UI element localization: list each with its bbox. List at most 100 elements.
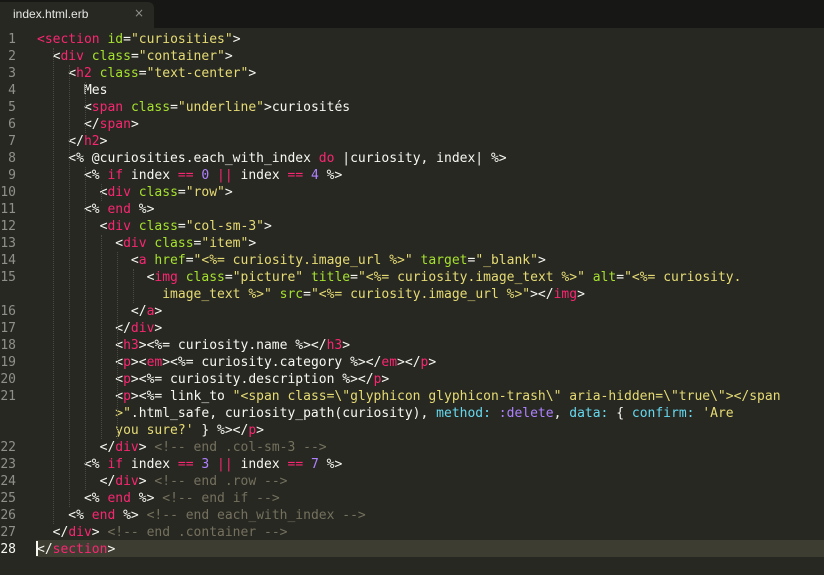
code-token: >curiosités xyxy=(264,100,351,115)
code-line[interactable]: image_text %>" src="<%= curiosity.image_… xyxy=(37,286,585,303)
code-token: title xyxy=(310,270,351,285)
code-line[interactable]: <h3><%= curiosity.name %></h3> xyxy=(37,337,350,354)
code-line[interactable]: </a> xyxy=(37,303,162,320)
code-token: ><%= link_to xyxy=(130,389,233,404)
code-token: <!-- end if --> xyxy=(162,491,280,506)
code-token: <% xyxy=(37,168,108,183)
code-line[interactable]: <% end %> <!-- end if --> xyxy=(37,490,280,507)
code-token: < xyxy=(37,49,61,64)
code-line[interactable]: </div> <!-- end .col-sm-3 --> xyxy=(37,439,327,456)
code-token: do xyxy=(318,151,335,166)
indent-guide xyxy=(85,167,86,490)
code-line[interactable]: <% if index == 3 || index == 7 %> xyxy=(37,456,342,473)
code-token: 'Are xyxy=(702,406,734,421)
code-token: > xyxy=(577,287,585,302)
tab-bar: index.html.erb × xyxy=(0,0,824,28)
code-line[interactable]: <p><%= link_to "<span class=\"glyphicon … xyxy=(37,388,781,405)
code-token: > xyxy=(138,440,155,455)
code-line[interactable]: <p><%= curiosity.description %></p> xyxy=(37,371,389,388)
code-token: div xyxy=(115,474,139,489)
code-token: if xyxy=(107,457,124,472)
line-number: 6 xyxy=(8,117,16,132)
code-token: "<%= curiosity.image_url %>" xyxy=(310,287,531,302)
line-number: 22 xyxy=(0,440,16,455)
code-line[interactable]: <div class="container"> xyxy=(37,48,233,65)
code-line[interactable]: </div> <!-- end .row --> xyxy=(37,473,288,490)
code-token: < xyxy=(37,355,124,370)
code-line[interactable]: <span class="underline">curiosités xyxy=(37,99,350,116)
line-number: 3 xyxy=(8,66,16,81)
code-line[interactable]: <div class="row"> xyxy=(37,184,233,201)
code-token: "<%= curiosity.image_text %>" xyxy=(357,270,585,285)
code-token: ><%= curiosity.name %></ xyxy=(138,338,327,353)
code-token: section xyxy=(44,32,100,47)
code-token: %> xyxy=(130,491,163,506)
code-line[interactable]: >".html_safe, curiosity_path(curiosity),… xyxy=(37,405,734,422)
code-token: == xyxy=(287,457,304,472)
code-token: "<%= curiosity.image_url %>" xyxy=(193,253,413,268)
code-line[interactable]: </h2> xyxy=(37,133,107,150)
code-token: %> xyxy=(130,202,155,217)
code-token: == xyxy=(177,168,194,183)
tab-close-icon[interactable]: × xyxy=(134,6,144,20)
code-token: id xyxy=(107,32,124,47)
code-token: = xyxy=(303,287,311,302)
code-token: p xyxy=(123,372,131,387)
line-number: 2 xyxy=(8,49,16,64)
line-number: 27 xyxy=(0,525,16,540)
code-line[interactable]: <p><em><%= curiosity.category %></em></p… xyxy=(37,354,436,371)
code-token: <!-- end .container --> xyxy=(107,525,288,540)
code-token: > xyxy=(138,474,155,489)
code-line[interactable]: <div class="col-sm-3"> xyxy=(37,218,272,235)
code-line[interactable]: <% if index == 0 || index == 4 %> xyxy=(37,167,342,184)
code-line[interactable]: <% @curiosities.each_with_index do |curi… xyxy=(37,150,507,167)
code-token: = xyxy=(130,49,139,64)
code-token: src xyxy=(279,287,304,302)
code-token: </ xyxy=(37,440,116,455)
line-number: 11 xyxy=(0,202,16,217)
code-token: div xyxy=(115,440,139,455)
code-token: "<span class=\"glyphicon glyphicon-trash… xyxy=(232,389,781,404)
code-line[interactable]: </div> xyxy=(37,320,162,337)
line-number: 5 xyxy=(8,100,16,115)
code-line[interactable]: <a href="<%= curiosity.image_url %>" tar… xyxy=(37,252,546,269)
code-line[interactable]: you sure?' } %></p> xyxy=(37,422,264,439)
code-line[interactable]: </div> <!-- end .container --> xyxy=(37,524,288,541)
code-token: = xyxy=(123,32,131,47)
line-number: 9 xyxy=(8,168,16,183)
code-token: |curiosity, index| %> xyxy=(334,151,507,166)
code-line[interactable]: <% end %> xyxy=(37,201,154,218)
code-token: img xyxy=(553,287,578,302)
code-token: Mes xyxy=(37,83,108,98)
code-line[interactable]: <% end %> <!-- end each_with_index --> xyxy=(37,507,365,524)
scrollbar[interactable] xyxy=(814,30,824,575)
code-line[interactable]: <img class="picture" title="<%= curiosit… xyxy=(37,269,742,286)
code-token: span xyxy=(99,117,131,132)
code-token: <% xyxy=(37,491,108,506)
code-line[interactable]: Mes xyxy=(37,82,108,99)
code-token: = xyxy=(350,270,358,285)
code-token: %> xyxy=(318,457,343,472)
code-token: <% xyxy=(37,202,108,217)
line-number: 1 xyxy=(8,32,16,47)
code-line[interactable]: </section> xyxy=(37,541,115,558)
code-token: > xyxy=(154,321,163,336)
code-token: if xyxy=(107,168,124,183)
code-editor[interactable]: 1 2 3 4 5 6 7 8 9 10 11 12 13 14 15 16 17 18 19 20 21 22 23 24 2… xyxy=(0,30,824,575)
line-number: 20 xyxy=(0,372,16,387)
code-token: 7 xyxy=(310,457,319,472)
code-token: ></ xyxy=(530,287,554,302)
code-token: span xyxy=(91,100,124,115)
tab-index-html-erb[interactable]: index.html.erb × xyxy=(0,2,154,28)
code-token: <% xyxy=(37,508,92,523)
code-token: div xyxy=(123,236,147,251)
code-line[interactable]: <section id="curiosities"> xyxy=(37,31,241,48)
code-token: = xyxy=(177,219,186,234)
code-token: you sure?' xyxy=(37,423,194,438)
code-token: em xyxy=(146,355,163,370)
